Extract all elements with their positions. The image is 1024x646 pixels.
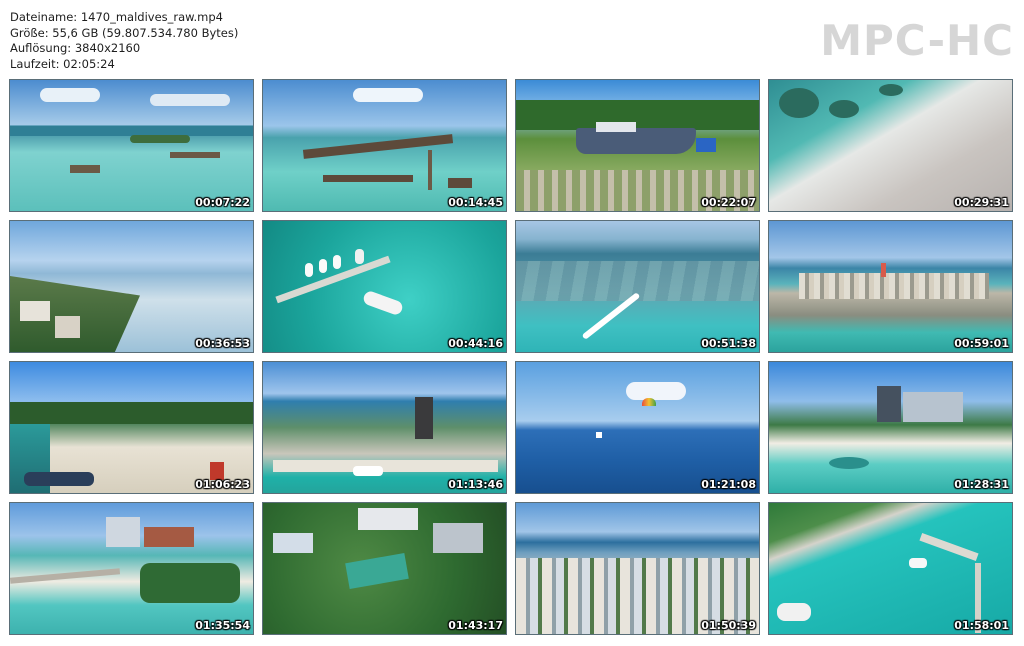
thumbnail[interactable]: 01:21:08 (515, 361, 760, 494)
resolution-text: Auflösung: 3840x2160 (10, 41, 141, 55)
thumbnail[interactable]: 00:36:53 (9, 220, 254, 353)
thumbnail-timestamp: 00:44:16 (448, 337, 503, 350)
size-text: Größe: 55,6 GB (59.807.534.780 Bytes) (10, 25, 239, 40)
thumbnail[interactable]: 00:29:31 (768, 79, 1013, 212)
thumbnail[interactable]: 00:51:38 (515, 220, 760, 353)
thumbnail[interactable]: 00:14:45 (262, 79, 507, 212)
filename-text: Dateiname: 1470_maldives_raw.mp4 (10, 10, 224, 24)
thumbnail[interactable]: 00:22:07 (515, 79, 760, 212)
thumbnail[interactable]: 00:44:16 (262, 220, 507, 353)
thumbnail-timestamp: 01:06:23 (195, 478, 250, 491)
thumbnail-timestamp: 01:28:31 (954, 478, 1009, 491)
thumbnail-timestamp: 01:43:17 (448, 619, 503, 632)
thumbnail[interactable]: 00:59:01 (768, 220, 1013, 353)
thumbnail[interactable]: 01:13:46 (262, 361, 507, 494)
thumbnail-timestamp: 00:51:38 (701, 337, 756, 350)
thumbnail-timestamp: 00:59:01 (954, 337, 1009, 350)
thumbnail-timestamp: 01:21:08 (701, 478, 756, 491)
thumbnail[interactable]: 01:43:17 (262, 502, 507, 635)
thumbnail[interactable]: 00:07:22 (9, 79, 254, 212)
thumbnail[interactable]: 01:28:31 (768, 361, 1013, 494)
thumbnail-timestamp: 01:58:01 (954, 619, 1009, 632)
thumbnail-timestamp: 01:35:54 (195, 619, 250, 632)
duration-text: Laufzeit: 02:05:24 (10, 56, 115, 71)
mpc-hc-logo: MPC-HC (820, 16, 1014, 65)
thumbnail[interactable]: 01:50:39 (515, 502, 760, 635)
thumbnail[interactable]: 01:35:54 (9, 502, 254, 635)
thumbnail[interactable]: 01:58:01 (768, 502, 1013, 635)
thumbnail-timestamp: 00:29:31 (954, 196, 1009, 209)
thumbnail-timestamp: 01:50:39 (701, 619, 756, 632)
thumbnail-timestamp: 00:14:45 (448, 196, 503, 209)
thumbnail-timestamp: 00:22:07 (701, 196, 756, 209)
thumbnail[interactable]: 01:06:23 (9, 361, 254, 494)
thumbnail-timestamp: 01:13:46 (448, 478, 503, 491)
thumbnail-timestamp: 00:07:22 (195, 196, 250, 209)
thumbnail-timestamp: 00:36:53 (195, 337, 250, 350)
thumbnail-grid: 00:07:22 00:14:45 00:22:07 00:29:31 00:3… (9, 79, 1013, 635)
file-info: Dateiname: 1470_maldives_raw.mp4 Größe: … (10, 10, 238, 72)
